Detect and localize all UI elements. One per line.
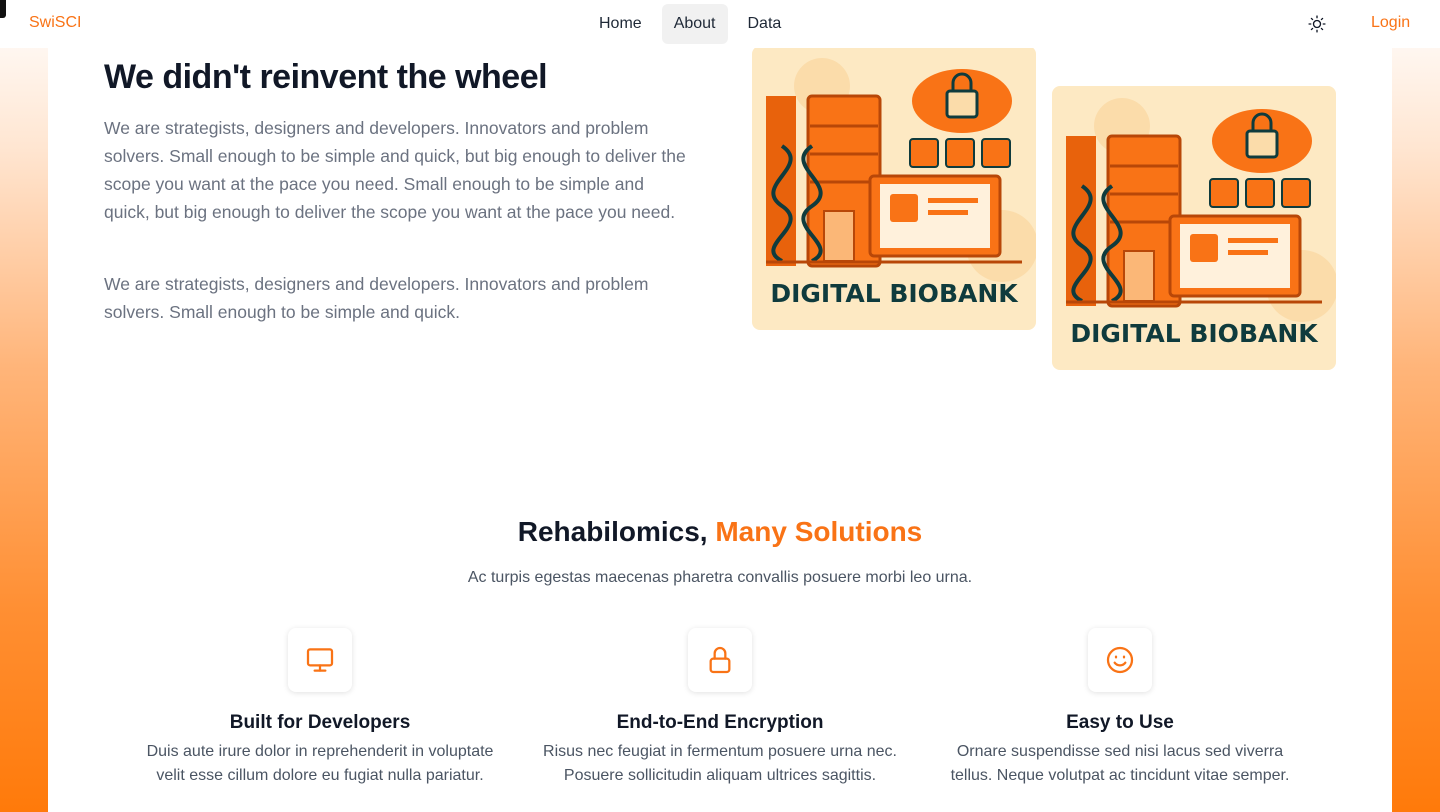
feature-title: Built for Developers <box>229 712 411 733</box>
feature-title: End-to-End Encryption <box>616 712 824 733</box>
svg-text:DIGITAL BIOBANK: DIGITAL BIOBANK <box>770 279 1019 308</box>
svg-text:DIGITAL BIOBANK: DIGITAL BIOBANK <box>1070 319 1319 348</box>
nav-link-about[interactable]: About <box>661 4 728 44</box>
feature-title: Easy to Use <box>1066 712 1174 733</box>
login-link[interactable]: Login <box>1371 14 1410 32</box>
hero-paragraph-2: We are strategists, designers and develo… <box>104 274 649 322</box>
solutions-title: Rehabilomics, Many Solutions <box>48 516 1392 548</box>
feature-description: Risus nec feugiat in fermentum posuere u… <box>543 743 897 784</box>
solutions-subtitle: Ac turpis egestas maecenas pharetra conv… <box>467 569 973 586</box>
feature-card: Easy to Use Ornare suspendisse sed nisi … <box>940 628 1300 788</box>
solutions-title-main: Rehabilomics, <box>517 516 708 547</box>
navbar: SwiSCI Home About Data Login <box>0 0 1440 48</box>
window-corner-marker <box>0 0 6 18</box>
feature-card: Built for Developers Duis aute irure dol… <box>140 628 500 788</box>
feature-description: Duis aute irure dolor in reprehenderit i… <box>146 743 494 784</box>
feature-description: Ornare suspendisse sed nisi lacus sed vi… <box>950 743 1290 784</box>
brand-logo-link[interactable]: SwiSCI <box>29 14 81 32</box>
nav-link-data[interactable]: Data <box>736 4 794 44</box>
about-panel: We didn't reinvent the wheel We are stra… <box>48 46 1392 812</box>
hero-paragraph-1: We are strategists, designers and develo… <box>104 118 686 222</box>
nav-links: Home About Data <box>587 4 801 44</box>
page-title: We didn't reinvent the wheel <box>104 58 548 96</box>
solutions-title-accent: Many Solutions <box>715 516 923 547</box>
digital-biobank-illustration: DIGITAL BIOBANK <box>752 46 1036 330</box>
sun-icon[interactable] <box>1307 14 1327 34</box>
digital-biobank-illustration-2: DIGITAL BIOBANK <box>1052 86 1336 370</box>
smile-icon <box>1088 628 1152 692</box>
lock-icon <box>688 628 752 692</box>
nav-link-home[interactable]: Home <box>587 4 654 44</box>
feature-card: End-to-End Encryption Risus nec feugiat … <box>540 628 900 788</box>
monitor-icon <box>288 628 352 692</box>
